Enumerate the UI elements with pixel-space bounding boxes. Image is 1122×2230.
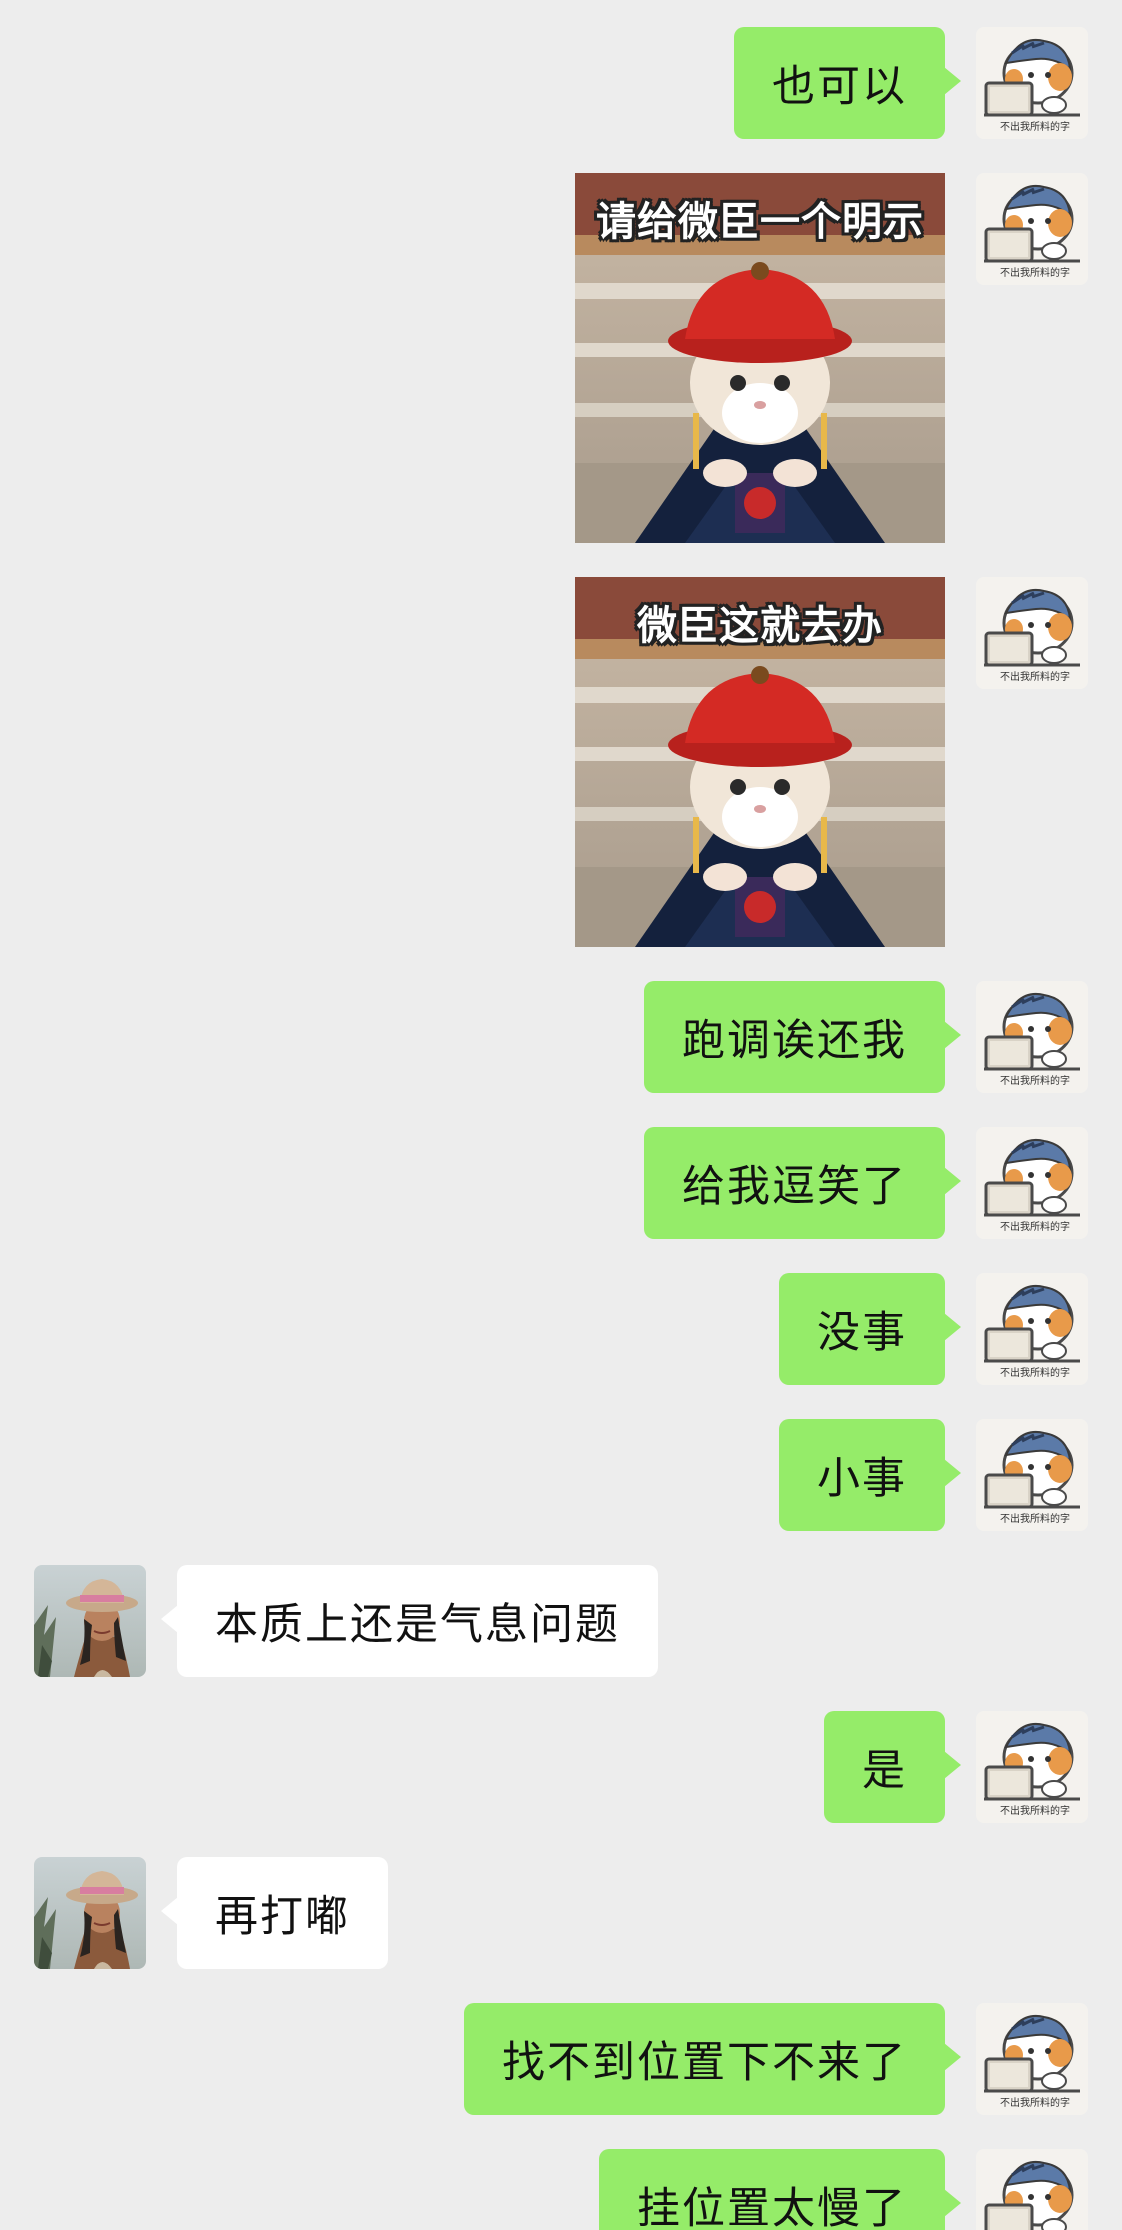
self-avatar[interactable]: 不出我所料的字 (976, 577, 1088, 689)
self-avatar[interactable]: 不出我所料的字 (976, 1273, 1088, 1385)
svg-text:不出我所料的字: 不出我所料的字 (1000, 1074, 1070, 1087)
svg-text:不出我所料的字: 不出我所料的字 (1000, 120, 1070, 133)
message-text: 跑调诶还我 (682, 1016, 907, 1066)
woman-in-hat-photo-avatar-icon (34, 1857, 146, 1969)
message-text: 没事 (817, 1308, 907, 1358)
message-text: 找不到位置下不来了 (502, 2038, 907, 2088)
cartoon-cat-at-laptop-avatar-icon: 不出我所料的字 (976, 1127, 1088, 1239)
message-text: 给我逗笑了 (682, 1162, 907, 1212)
cartoon-cat-at-laptop-avatar-icon: 不出我所料的字 (976, 2003, 1088, 2115)
message-bubble[interactable]: 本质上还是气息问题 (161, 1565, 658, 1677)
message-bubble[interactable]: 找不到位置下不来了 (464, 2003, 961, 2115)
contact-avatar[interactable] (34, 1565, 146, 1677)
cartoon-cat-at-laptop-avatar-icon: 不出我所料的字 (976, 173, 1088, 285)
svg-text:不出我所料的字: 不出我所料的字 (1000, 1366, 1070, 1379)
cartoon-cat-at-laptop-avatar-icon: 不出我所料的字 (976, 1273, 1088, 1385)
cartoon-cat-at-laptop-avatar-icon: 不出我所料的字 (976, 1419, 1088, 1531)
message-bubble[interactable]: 没事 (779, 1273, 961, 1385)
svg-text:不出我所料的字: 不出我所料的字 (1000, 1512, 1070, 1525)
self-avatar[interactable]: 不出我所料的字 (976, 2003, 1088, 2115)
self-avatar[interactable]: 不出我所料的字 (976, 173, 1088, 285)
cartoon-cat-at-laptop-avatar-icon: 不出我所料的字 (976, 981, 1088, 1093)
message-bubble[interactable]: 跑调诶还我 (644, 981, 961, 1093)
self-avatar[interactable]: 不出我所料的字 (976, 1711, 1088, 1823)
contact-avatar[interactable] (34, 1857, 146, 1969)
svg-text:不出我所料的字: 不出我所料的字 (1000, 2096, 1070, 2109)
message-text: 再打嘟 (215, 1892, 350, 1942)
message-text: 挂位置太慢了 (637, 2184, 907, 2230)
sticker-caption: 微臣这就去办 (637, 603, 883, 649)
message-bubble[interactable]: 再打嘟 (161, 1857, 388, 1969)
self-avatar[interactable]: 不出我所料的字 (976, 1419, 1088, 1531)
svg-text:不出我所料的字: 不出我所料的字 (1000, 1804, 1070, 1817)
self-avatar[interactable]: 不出我所料的字 (976, 27, 1088, 139)
cartoon-cat-at-laptop-avatar-icon: 不出我所料的字 (976, 1711, 1088, 1823)
message-text: 小事 (817, 1454, 907, 1504)
self-avatar[interactable]: 不出我所料的字 (976, 2149, 1088, 2230)
self-avatar[interactable]: 不出我所料的字 (976, 981, 1088, 1093)
message-text: 本质上还是气息问题 (215, 1600, 620, 1650)
self-avatar[interactable]: 不出我所料的字 (976, 1127, 1088, 1239)
sticker-caption: 请给微臣一个明示 (596, 199, 924, 245)
message-bubble[interactable]: 给我逗笑了 (644, 1127, 961, 1239)
chat-message-list[interactable]: 也可以 不出我所料的字 请给微臣一个明示 不出我所料的字 微臣这就去办 不出我所… (0, 0, 1122, 2230)
message-bubble[interactable]: 是 (824, 1711, 961, 1823)
message-bubble[interactable]: 也可以 (734, 27, 961, 139)
message-bubble[interactable]: 小事 (779, 1419, 961, 1531)
cartoon-cat-at-laptop-avatar-icon: 不出我所料的字 (976, 27, 1088, 139)
cartoon-cat-at-laptop-avatar-icon: 不出我所料的字 (976, 577, 1088, 689)
svg-text:不出我所料的字: 不出我所料的字 (1000, 1220, 1070, 1233)
cartoon-cat-at-laptop-avatar-icon: 不出我所料的字 (976, 2149, 1088, 2230)
message-text: 是 (862, 1746, 907, 1796)
woman-in-hat-photo-avatar-icon (34, 1565, 146, 1677)
message-text: 也可以 (772, 62, 907, 112)
message-bubble[interactable]: 挂位置太慢了 (599, 2149, 961, 2230)
svg-text:不出我所料的字: 不出我所料的字 (1000, 670, 1070, 683)
sticker-message[interactable]: 微臣这就去办 (575, 577, 945, 947)
sticker-message[interactable]: 请给微臣一个明示 (575, 173, 945, 543)
svg-text:不出我所料的字: 不出我所料的字 (1000, 266, 1070, 279)
